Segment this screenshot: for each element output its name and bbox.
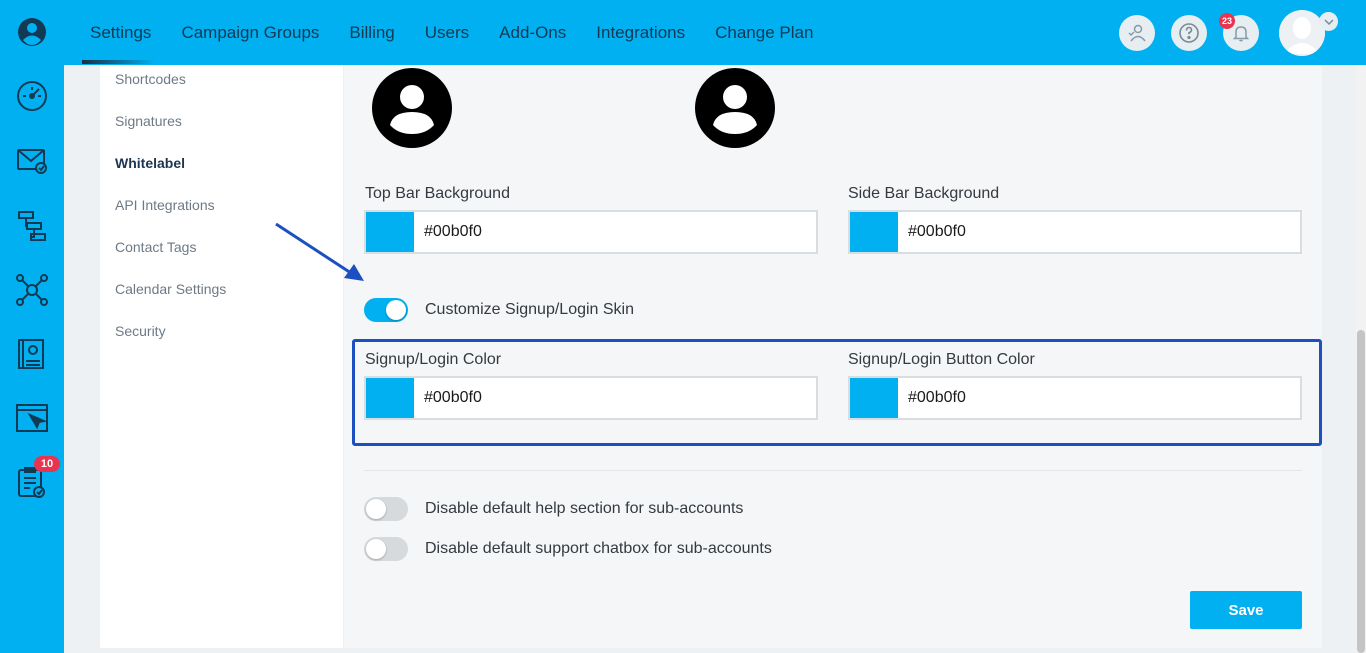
nav-settings[interactable]: Settings xyxy=(90,23,151,43)
subnav-item-signatures[interactable]: Signatures xyxy=(115,113,182,129)
side-bar-background-input[interactable]: #00b0f0 xyxy=(848,210,1302,254)
help-icon[interactable] xyxy=(1171,15,1207,51)
signup-login-color-value: #00b0f0 xyxy=(424,389,482,406)
customize-signup-login-label: Customize Signup/Login Skin xyxy=(425,301,635,318)
disable-help-section-label: Disable default help section for sub-acc… xyxy=(425,500,744,517)
signup-login-button-color-label: Signup/Login Button Color xyxy=(848,351,1035,368)
sub-account-switch-icon[interactable] xyxy=(1119,15,1155,51)
nav-change-plan[interactable]: Change Plan xyxy=(715,23,813,43)
landing-page-icon[interactable] xyxy=(14,400,50,436)
subnav-item-shortcodes[interactable]: Shortcodes xyxy=(115,71,186,87)
disable-support-chatbox-toggle[interactable] xyxy=(364,537,408,561)
profile-icon[interactable] xyxy=(14,14,50,50)
subnav-item-calendar-settings[interactable]: Calendar Settings xyxy=(115,281,226,297)
tasks-badge: 10 xyxy=(34,456,60,472)
nav-campaign-groups[interactable]: Campaign Groups xyxy=(181,23,319,43)
subnav-item-whitelabel[interactable]: Whitelabel xyxy=(115,155,185,171)
signup-login-color-label: Signup/Login Color xyxy=(365,351,502,368)
side-bar-color-value: #00b0f0 xyxy=(908,223,966,240)
annotation-arrow xyxy=(275,222,364,281)
email-icon[interactable] xyxy=(14,142,50,178)
section-divider xyxy=(364,470,1302,471)
notification-badge: 23 xyxy=(1219,13,1235,29)
subnav-item-api-integrations[interactable]: API Integrations xyxy=(115,197,215,213)
active-nav-indicator xyxy=(82,60,154,64)
side-bar-background-label: Side Bar Background xyxy=(848,185,1000,202)
signup-login-button-color-input[interactable]: #00b0f0 xyxy=(848,376,1302,420)
signup-login-button-color-value: #00b0f0 xyxy=(908,389,966,406)
flow-builder-icon[interactable] xyxy=(14,208,50,244)
top-nav: Settings Campaign Groups Billing Users A… xyxy=(90,0,843,65)
icon-rail: 10 xyxy=(0,0,64,653)
disable-support-chatbox-label: Disable default support chatbox for sub-… xyxy=(425,540,772,557)
top-bar-background-input[interactable]: #00b0f0 xyxy=(364,210,818,254)
forms-document-icon[interactable] xyxy=(14,336,50,372)
top-bar-color-value: #00b0f0 xyxy=(424,223,482,240)
integrations-network-icon[interactable] xyxy=(14,272,50,308)
top-bar-background-label: Top Bar Background xyxy=(365,185,510,202)
nav-users[interactable]: Users xyxy=(425,23,469,43)
top-bar-color-swatch[interactable] xyxy=(366,212,414,252)
dashboard-gauge-icon[interactable] xyxy=(14,78,50,114)
scrollbar-thumb[interactable] xyxy=(1357,330,1365,653)
nav-integrations[interactable]: Integrations xyxy=(596,23,685,43)
chevron-down-icon[interactable] xyxy=(1319,12,1338,31)
save-button[interactable]: Save xyxy=(1190,591,1302,629)
signup-login-button-color-swatch[interactable] xyxy=(850,378,898,418)
signup-login-color-input[interactable]: #00b0f0 xyxy=(364,376,818,420)
user-avatar[interactable] xyxy=(1279,10,1325,56)
nav-billing[interactable]: Billing xyxy=(349,23,394,43)
signup-login-color-swatch[interactable] xyxy=(366,378,414,418)
side-bar-color-swatch[interactable] xyxy=(850,212,898,252)
settings-subnav: Shortcodes Signatures Whitelabel API Int… xyxy=(100,65,343,648)
customize-signup-login-toggle[interactable] xyxy=(364,298,408,322)
subnav-item-security[interactable]: Security xyxy=(115,323,166,339)
login-logo-placeholder-icon[interactable] xyxy=(372,68,452,148)
disable-help-section-toggle[interactable] xyxy=(364,497,408,521)
subnav-item-contact-tags[interactable]: Contact Tags xyxy=(115,239,196,255)
app-logo-placeholder-icon[interactable] xyxy=(695,68,775,148)
nav-add-ons[interactable]: Add-Ons xyxy=(499,23,566,43)
